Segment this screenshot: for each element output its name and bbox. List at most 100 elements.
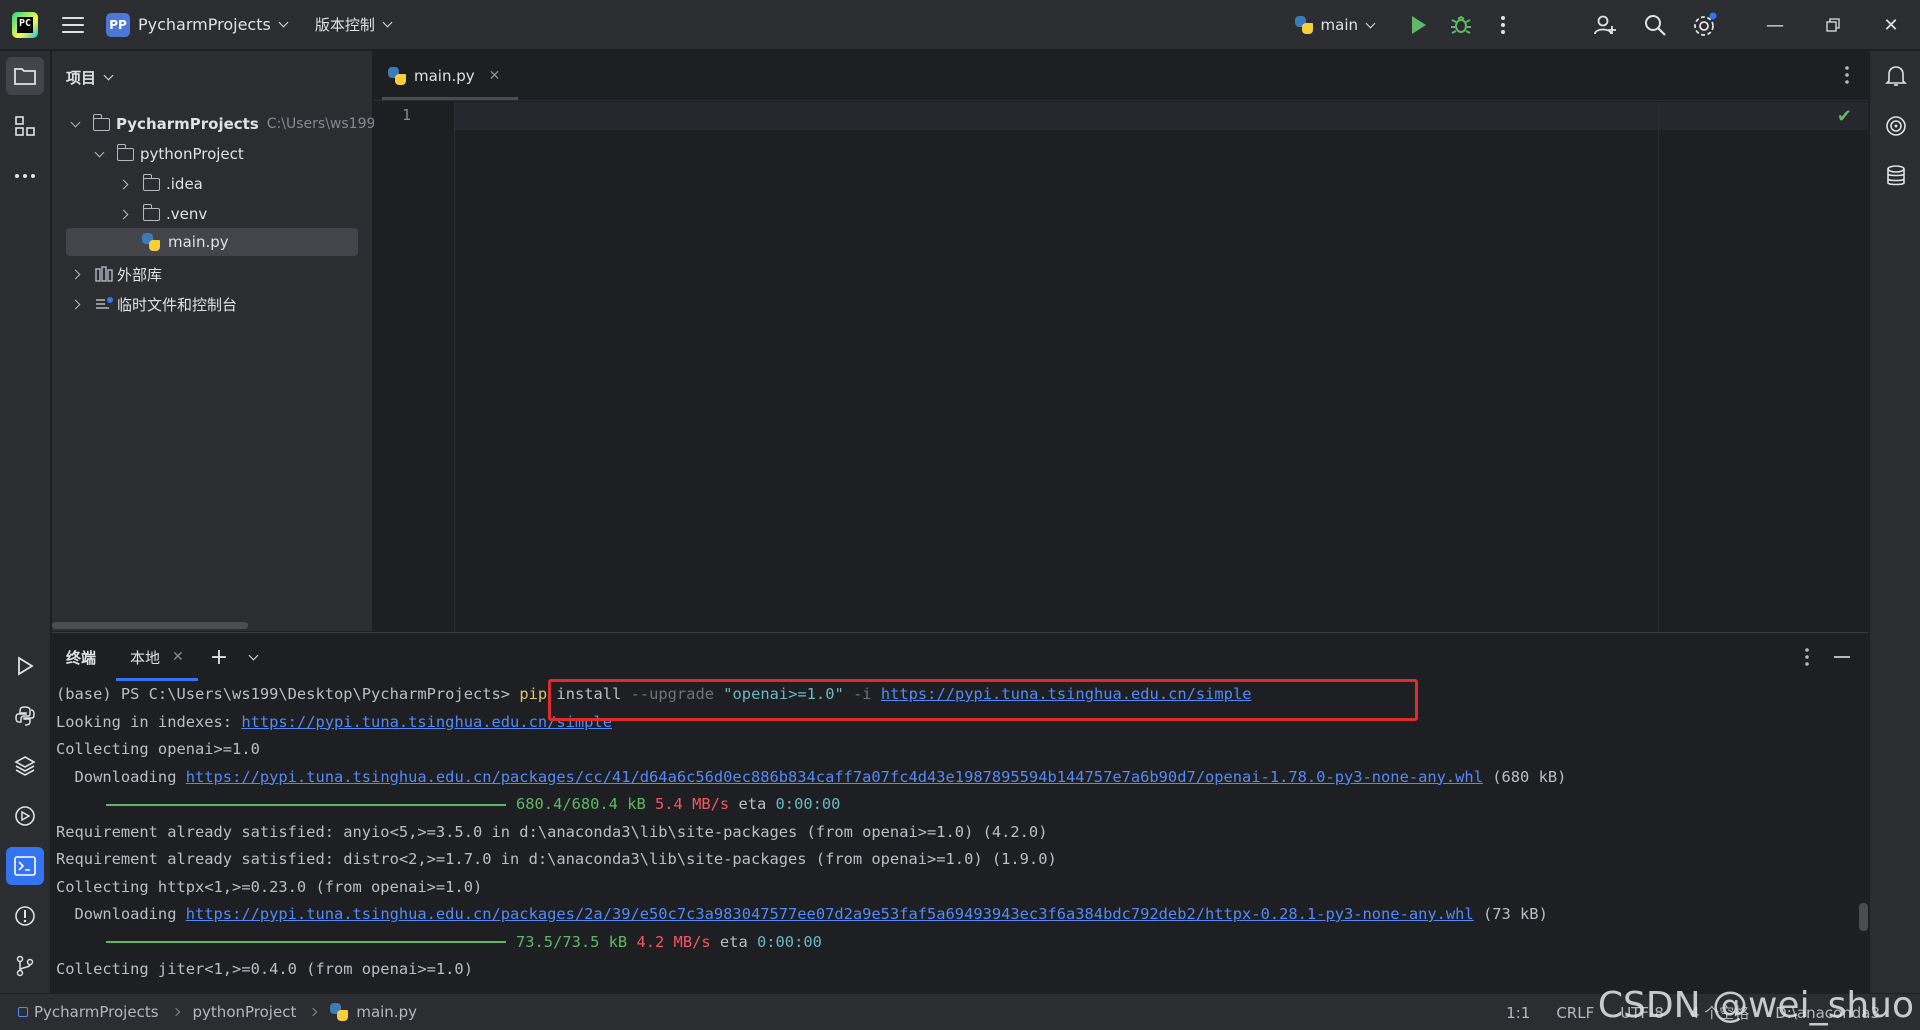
- project-name: PycharmProjects: [138, 15, 271, 34]
- hide-panel-icon[interactable]: [1834, 656, 1850, 658]
- project-tool-button[interactable]: [6, 57, 44, 95]
- restore-button[interactable]: [1804, 0, 1862, 50]
- tree-item-main-py[interactable]: main.py: [66, 228, 358, 256]
- ai-assistant-button[interactable]: [1877, 107, 1915, 145]
- progress-bar: [106, 941, 506, 943]
- cmd-flag: -i: [853, 685, 872, 703]
- hamburger-menu-icon[interactable]: [62, 16, 84, 33]
- chevron-down-icon: [278, 17, 289, 28]
- chevron-down-icon: [103, 70, 114, 80]
- file-encoding[interactable]: UTF-8: [1620, 1004, 1664, 1022]
- horizontal-scrollbar[interactable]: [52, 622, 248, 629]
- terminal-line: Looking in indexes: https://pypi.tuna.ts…: [56, 709, 1856, 737]
- terminal-line: 680.4/680.4 kB 5.4 MB/s eta 0:00:00: [56, 791, 1856, 819]
- add-user-icon: [1594, 15, 1616, 35]
- project-panel-header[interactable]: 项目: [52, 51, 372, 103]
- tree-item-label: 外部库: [117, 265, 163, 284]
- terminal-title: 终端: [66, 648, 97, 667]
- chevron-down-icon: [382, 17, 393, 28]
- run-tool-button[interactable]: [6, 647, 44, 685]
- terminal-tab-local[interactable]: 本地 ✕: [116, 633, 198, 681]
- index-url-link[interactable]: https://pypi.tuna.tsinghua.edu.cn/simple: [241, 713, 612, 731]
- search-button[interactable]: [1634, 4, 1676, 46]
- line-separator[interactable]: CRLF: [1556, 1004, 1594, 1022]
- chevron-right-icon: [171, 1007, 180, 1017]
- cmd-flag: --upgrade: [630, 685, 714, 703]
- run-config-selector[interactable]: main: [1294, 16, 1376, 34]
- debug-button[interactable]: [1440, 4, 1482, 46]
- chevron-right-icon: [118, 209, 129, 219]
- library-icon: [95, 266, 113, 282]
- chevron-right-icon: [70, 269, 81, 279]
- new-terminal-plus-icon[interactable]: +: [210, 645, 228, 670]
- vertical-scrollbar[interactable]: [1859, 903, 1868, 931]
- line-text: Downloading: [56, 905, 186, 923]
- more-horizontal-icon: [15, 174, 35, 178]
- chevron-down-icon[interactable]: [248, 650, 259, 660]
- ai-assistant-icon: [1886, 116, 1906, 136]
- progress-eta: 0:00:00: [775, 795, 841, 813]
- title-bar: PC PP PycharmProjects 版本控制 main — ✕: [0, 0, 1920, 50]
- editor-more-button[interactable]: [1844, 65, 1850, 89]
- project-selector[interactable]: PycharmProjects: [130, 0, 289, 50]
- caret-position[interactable]: 1:1: [1506, 1004, 1530, 1022]
- cmd-url-link[interactable]: https://pypi.tuna.tsinghua.edu.cn/simple: [881, 685, 1252, 703]
- tree-item-label: PycharmProjects: [116, 115, 259, 133]
- tree-item-pythonproject[interactable]: pythonProject: [94, 140, 244, 168]
- tree-item-label: .venv: [166, 205, 208, 223]
- scratches-icon: [96, 297, 113, 309]
- terminal-output[interactable]: (base) PS C:\Users\ws199\Desktop\Pycharm…: [56, 681, 1856, 984]
- status-bar: PycharmProjects pythonProject main.py 1:…: [0, 993, 1920, 1030]
- breadcrumb-item[interactable]: pythonProject: [193, 1003, 297, 1021]
- close-window-button[interactable]: ✕: [1862, 0, 1920, 50]
- database-button[interactable]: [1877, 157, 1915, 195]
- notifications-icon: [1885, 66, 1907, 86]
- close-tab-icon[interactable]: ✕: [489, 68, 501, 84]
- tree-item-pycharmprojects[interactable]: PycharmProjects C:\Users\ws199\De: [70, 110, 400, 138]
- tree-item-idea[interactable]: .idea: [118, 170, 203, 198]
- terminal-more-button[interactable]: [1804, 647, 1810, 671]
- run-button[interactable]: [1398, 4, 1440, 46]
- more-tools-button[interactable]: [6, 157, 44, 195]
- progress-bar: [106, 803, 506, 806]
- chevron-down-icon: [70, 117, 81, 127]
- left-tool-strip: [0, 51, 51, 993]
- search-icon: [1645, 15, 1666, 36]
- problems-tool-button[interactable]: [6, 897, 44, 935]
- download-url-link[interactable]: https://pypi.tuna.tsinghua.edu.cn/packag…: [186, 905, 1474, 923]
- cmd-install: install: [556, 685, 622, 703]
- structure-tool-button[interactable]: [6, 107, 44, 145]
- minimize-button[interactable]: —: [1746, 0, 1804, 50]
- python-console-tool-button[interactable]: [6, 697, 44, 735]
- services-tool-button[interactable]: [6, 797, 44, 835]
- right-tool-strip: [1869, 51, 1920, 993]
- settings-button[interactable]: [1684, 4, 1726, 46]
- prompt: (base) PS C:\Users\ws199\Desktop\Pycharm…: [56, 685, 511, 703]
- close-icon: ✕: [1883, 14, 1899, 36]
- more-icon: [1845, 66, 1849, 84]
- git-tool-button[interactable]: [6, 947, 44, 985]
- breadcrumb-item[interactable]: PycharmProjects: [34, 1003, 159, 1021]
- tree-item-external-libraries[interactable]: 外部库: [70, 260, 163, 288]
- terminal-line: Collecting jiter<1,>=0.4.0 (from openai>…: [56, 960, 473, 978]
- terminal-line: Requirement already satisfied: distro<2,…: [56, 850, 1057, 868]
- add-user-button[interactable]: [1584, 4, 1626, 46]
- code-editor[interactable]: 1 ✔: [374, 102, 1868, 632]
- no-problems-check-icon[interactable]: ✔: [1837, 106, 1852, 127]
- tree-item-venv[interactable]: .venv: [118, 200, 208, 228]
- close-tab-icon[interactable]: ✕: [172, 649, 184, 665]
- breadcrumb-item[interactable]: main.py: [356, 1003, 417, 1021]
- tab-main-py[interactable]: main.py ✕: [388, 51, 500, 101]
- interpreter[interactable]: D:\anaconda3: [1775, 1004, 1880, 1022]
- project-badge[interactable]: PP: [106, 12, 130, 37]
- terminal-tool-button[interactable]: [6, 847, 44, 885]
- tree-item-scratches[interactable]: 临时文件和控制台: [70, 290, 237, 318]
- more-actions-button[interactable]: [1482, 4, 1524, 46]
- current-line-highlight: [454, 102, 1868, 130]
- notifications-button[interactable]: [1877, 57, 1915, 95]
- terminal-line: Collecting openai>=1.0: [56, 740, 260, 758]
- layers-tool-button[interactable]: [6, 747, 44, 785]
- vcs-menu[interactable]: 版本控制: [315, 0, 393, 50]
- download-url-link[interactable]: https://pypi.tuna.tsinghua.edu.cn/packag…: [186, 768, 1483, 786]
- indent-setting[interactable]: 4 个空格: [1690, 1002, 1749, 1023]
